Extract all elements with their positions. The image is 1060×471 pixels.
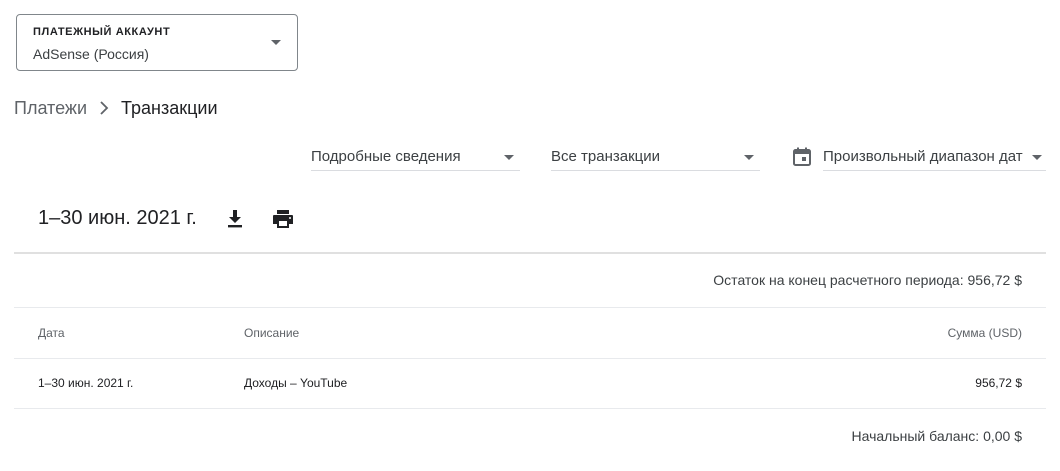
period-title: 1–30 июн. 2021 г. <box>38 207 197 229</box>
table-divider <box>14 358 1046 359</box>
arrow-drop-down-icon <box>744 155 754 160</box>
section-divider <box>14 252 1046 254</box>
transaction-type-value: Все транзакции <box>551 148 660 165</box>
table-divider <box>14 408 1046 409</box>
transactions-page: ПЛАТЕЖНЫЙ АККАУНТ AdSense (Россия) Плате… <box>0 0 1060 471</box>
breadcrumb-current: Транзакции <box>121 97 218 118</box>
column-header-date: Дата <box>38 326 65 340</box>
detail-level-value: Подробные сведения <box>311 148 461 165</box>
column-header-amount: Сумма (USD) <box>947 326 1022 340</box>
arrow-drop-down-icon <box>271 40 281 45</box>
row-date: 1–30 июн. 2021 г. <box>38 376 134 390</box>
calendar-icon <box>792 147 812 167</box>
table-divider <box>14 307 1046 308</box>
payment-account-value: AdSense (Россия) <box>33 46 149 62</box>
column-header-description: Описание <box>244 326 300 340</box>
date-range-select[interactable]: Произвольный диапазон дат <box>823 144 1046 171</box>
arrow-drop-down-icon <box>504 155 514 160</box>
download-icon[interactable] <box>223 207 247 231</box>
payment-account-label: ПЛАТЕЖНЫЙ АККАУНТ <box>33 26 171 38</box>
breadcrumb: Платежи Транзакции <box>14 96 218 120</box>
row-description: Доходы – YouTube <box>244 376 348 390</box>
detail-level-select[interactable]: Подробные сведения <box>311 144 520 171</box>
chevron-right-icon <box>87 96 121 120</box>
payment-account-select[interactable]: ПЛАТЕЖНЫЙ АККАУНТ AdSense (Россия) <box>16 14 298 71</box>
arrow-drop-down-icon <box>1032 155 1042 160</box>
print-icon[interactable] <box>271 207 295 231</box>
end-balance: Остаток на конец расчетного периода: 956… <box>713 272 1022 288</box>
breadcrumb-payments-link[interactable]: Платежи <box>14 98 87 119</box>
transaction-type-select[interactable]: Все транзакции <box>551 144 760 171</box>
row-amount: 956,72 $ <box>975 376 1022 390</box>
start-balance: Начальный баланс: 0,00 $ <box>851 428 1022 444</box>
date-range-value: Произвольный диапазон дат <box>823 148 1023 165</box>
